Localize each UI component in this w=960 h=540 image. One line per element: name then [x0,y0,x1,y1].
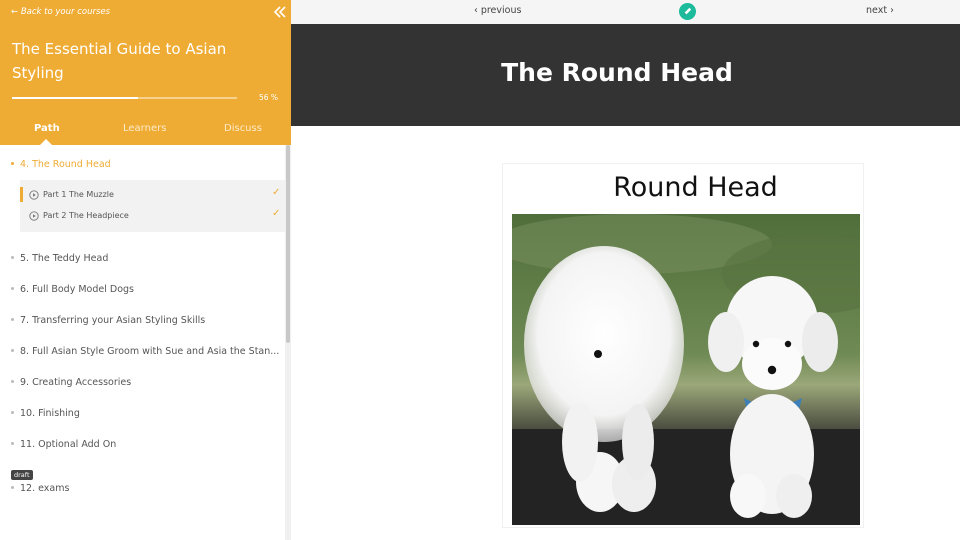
module-bullet-icon [11,349,14,352]
edit-button[interactable] [679,3,696,20]
module-label: 7. Transferring your Asian Styling Skill… [20,315,206,326]
module-bullet-icon [11,380,14,383]
completed-check-icon: ✓ [272,208,281,219]
module-item-exams[interactable]: 12. exams [11,483,69,494]
play-circle-icon [29,190,39,200]
sidebar: ← Back to your courses The Essential Gui… [0,0,291,540]
course-path-list: 4. The Round Head Part 1 The Muzzle ✓ Pa… [0,145,291,540]
module-item-full-body-model-dogs[interactable]: 6. Full Body Model Dogs [11,284,134,295]
module-label: 8. Full Asian Style Groom with Sue and A… [20,346,280,357]
module-bullet-icon [11,411,14,414]
draft-badge: draft [11,470,33,480]
module-bullet-icon [11,256,14,259]
module-item-teddy-head[interactable]: 5. The Teddy Head [11,253,108,264]
module-label: 10. Finishing [20,408,80,419]
lesson-label: Part 2 The Headpiece [43,211,129,220]
sidebar-scrollbar-thumb[interactable] [286,145,290,343]
current-lesson-marker [20,187,23,202]
collapse-sidebar-icon[interactable] [273,5,287,19]
tab-learners[interactable]: Learners [123,123,166,134]
play-circle-icon [29,211,39,221]
module-label: 12. exams [20,483,70,494]
module-label: 9. Creating Accessories [20,377,132,388]
module-item-finishing[interactable]: 10. Finishing [11,408,80,419]
main-content: ‹ previous next › The Round Head Round H… [291,0,960,540]
lesson-label: Part 1 The Muzzle [43,190,114,199]
sidebar-header: ← Back to your courses The Essential Gui… [0,0,291,145]
poodle-models-illustration [512,214,860,525]
module-bullet-icon [11,442,14,445]
tab-path[interactable]: Path [34,123,60,134]
next-lesson-link[interactable]: next › [866,5,894,16]
lesson-nav-bar: ‹ previous next › [291,0,960,24]
previous-lesson-link[interactable]: ‹ previous [474,5,521,16]
module-label: 5. The Teddy Head [20,253,109,264]
completed-check-icon: ✓ [272,187,281,198]
module-item-transferring-skills[interactable]: 7. Transferring your Asian Styling Skill… [11,315,205,326]
pencil-icon [684,7,692,15]
module-bullet-icon [11,162,14,165]
course-title: The Essential Guide to Asian Styling [12,40,227,82]
lesson-image-card: Round Head [502,163,864,528]
lesson-item-muzzle[interactable]: Part 1 The Muzzle ✓ [20,184,285,205]
module-item-creating-accessories[interactable]: 9. Creating Accessories [11,377,131,388]
poodle-models-photo [512,214,860,525]
module-item-full-asian-style-groom[interactable]: 8. Full Asian Style Groom with Sue and A… [11,346,279,357]
lesson-list: Part 1 The Muzzle ✓ Part 2 The Headpiece… [20,180,285,232]
app: ← Back to your courses The Essential Gui… [0,0,960,540]
lesson-item-headpiece[interactable]: Part 2 The Headpiece ✓ [20,205,285,226]
course-progress-bar [12,97,237,99]
course-progress-fill [12,97,138,99]
lesson-title: The Round Head [501,58,733,87]
module-bullet-icon [11,318,14,321]
module-label: 11. Optional Add On [20,439,117,450]
tab-discuss[interactable]: Discuss [224,123,262,134]
image-caption: Round Head [613,172,778,203]
course-progress-label: 56 % [259,93,279,102]
module-bullet-icon [11,287,14,290]
module-label: 4. The Round Head [20,159,111,170]
module-item-round-head[interactable]: 4. The Round Head [11,159,111,170]
module-item-optional-add-on[interactable]: 11. Optional Add On [11,439,116,450]
module-label: 6. Full Body Model Dogs [20,284,134,295]
module-bullet-icon [11,486,14,489]
back-to-courses-link[interactable]: ← Back to your courses [11,7,110,17]
lesson-hero: The Round Head [291,24,960,126]
